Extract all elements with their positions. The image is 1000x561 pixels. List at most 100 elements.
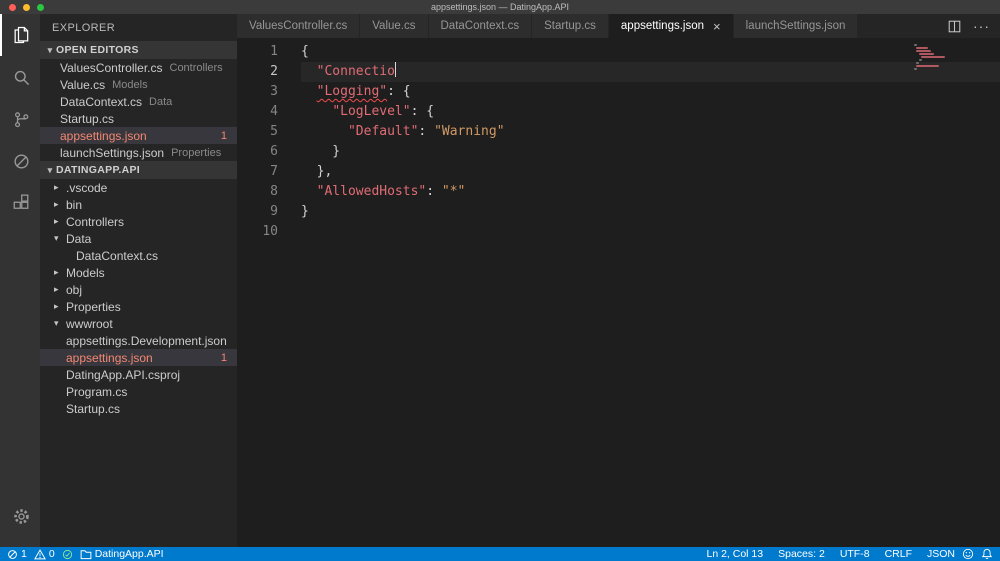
tree-file[interactable]: appsettings.Development.json xyxy=(40,332,237,349)
debug-icon[interactable] xyxy=(0,140,40,182)
file-name: DatingApp.API.csproj xyxy=(66,367,181,382)
json-punctuation: : xyxy=(426,184,442,199)
json-value: "*" xyxy=(441,184,466,199)
status-item[interactable]: Ln 2, Col 13 xyxy=(706,548,763,560)
project-header[interactable]: ▾ DATINGAPP.API xyxy=(40,161,237,179)
project-indicator[interactable]: DatingApp.API xyxy=(80,548,164,560)
window-title: appsettings.json — DatingApp.API xyxy=(430,2,570,12)
problems-indicator[interactable]: 1 0 xyxy=(7,548,55,560)
open-editor-item[interactable]: DataContext.cs Data xyxy=(40,93,237,110)
open-editor-item[interactable]: Value.cs Models xyxy=(40,76,237,93)
code-line[interactable] xyxy=(301,222,1000,242)
code-line[interactable]: } xyxy=(301,142,1000,162)
code-line[interactable]: "LogLevel": { xyxy=(301,102,1000,122)
check-status[interactable] xyxy=(62,549,73,560)
code-line[interactable]: "AllowedHosts": "*" xyxy=(301,182,1000,202)
tree-file[interactable]: appsettings.json 1 xyxy=(40,349,237,366)
code-editor[interactable]: 1 2 3 4 5 6 7 8 9 10 { "Connectio "Logging": { "L… xyxy=(237,38,1000,547)
code-line[interactable]: "Connectio xyxy=(301,62,1000,82)
chevron-down-icon: ▾ xyxy=(47,164,53,175)
tab-label: DataContext.cs xyxy=(440,20,520,32)
tree-folder[interactable]: ▸ obj xyxy=(40,281,237,298)
json-key: "AllowedHosts" xyxy=(316,184,427,199)
settings-gear-icon[interactable] xyxy=(0,495,40,537)
tab-label: Value.cs xyxy=(372,20,416,32)
close-window-button[interactable] xyxy=(9,4,16,11)
file-name: appsettings.Development.json xyxy=(66,333,227,348)
tree-folder[interactable]: ▾ wwwroot xyxy=(40,315,237,332)
folder-icon xyxy=(80,549,92,559)
tree-folder[interactable]: ▸ Controllers xyxy=(40,213,237,230)
tab-bar: ValuesController.cs Value.cs DataContext.c… xyxy=(237,14,1000,38)
open-editors-list: ValuesController.cs Controllers Value.cs Mo… xyxy=(40,59,237,161)
status-item[interactable]: UTF-8 xyxy=(840,548,870,560)
window-controls xyxy=(9,4,44,11)
tab-Value.cs[interactable]: Value.cs xyxy=(360,14,429,38)
split-editor-icon[interactable] xyxy=(948,20,961,33)
tab-ValuesController.cs[interactable]: ValuesController.cs xyxy=(237,14,361,38)
notifications-bell[interactable] xyxy=(981,548,993,560)
tab-label: launchSettings.json xyxy=(745,20,846,32)
tree-folder[interactable]: ▸ bin xyxy=(40,196,237,213)
zoom-window-button[interactable] xyxy=(37,4,44,11)
file-name: appsettings.json xyxy=(66,350,153,365)
errors-icon xyxy=(8,549,17,559)
tree-file[interactable]: DataContext.cs xyxy=(40,247,237,264)
code-line[interactable]: "Logging": { xyxy=(301,82,1000,102)
chevron-right-icon: ▸ xyxy=(54,199,59,209)
status-right: Ln 2, Col 13 Spaces: 2 UTF-8 CRLF JSON xyxy=(706,548,955,560)
close-tab-icon[interactable]: × xyxy=(713,20,721,33)
code-line[interactable]: } xyxy=(301,202,1000,222)
json-key: "Default" xyxy=(347,124,419,139)
code-line[interactable]: "Default": "Warning" xyxy=(301,122,1000,142)
status-item[interactable]: JSON xyxy=(927,548,955,560)
tree-folder[interactable]: ▸ Models xyxy=(40,264,237,281)
search-icon[interactable] xyxy=(0,56,40,98)
chevron-down-icon: ▾ xyxy=(47,44,53,55)
tree-folder[interactable]: ▾ Data xyxy=(40,230,237,247)
tree-file[interactable]: Program.cs xyxy=(40,383,237,400)
tree-folder[interactable]: ▸ Properties xyxy=(40,298,237,315)
open-editor-item[interactable]: ValuesController.cs Controllers xyxy=(40,59,237,76)
tree-folder[interactable]: ▸ .vscode xyxy=(40,179,237,196)
json-key: "LogLevel" xyxy=(332,104,411,119)
warning-count: 0 xyxy=(48,548,55,560)
tab-DataContext.cs[interactable]: DataContext.cs xyxy=(428,14,533,38)
code-line[interactable]: { xyxy=(301,42,1000,62)
source-control-icon[interactable] xyxy=(0,98,40,140)
tab-appsettings.json[interactable]: appsettings.json × xyxy=(608,14,734,38)
explorer-icon[interactable] xyxy=(0,14,40,56)
open-editor-item[interactable]: launchSettings.json Properties xyxy=(40,144,237,161)
tab-Startup.cs[interactable]: Startup.cs xyxy=(532,14,609,38)
chevron-right-icon: ▸ xyxy=(54,284,59,294)
status-bar: 1 0 DatingApp.API Ln 2, Col 13 Spaces: 2 U… xyxy=(0,547,1000,561)
code-content[interactable]: { "Connectio "Logging": { "LogLevel": { … xyxy=(295,38,1000,547)
editor-group: ValuesController.cs Value.cs DataContext.c… xyxy=(237,14,1000,547)
file-name: obj xyxy=(66,282,83,297)
json-punctuation xyxy=(301,104,332,119)
tree-file[interactable]: DatingApp.API.csproj xyxy=(40,366,237,383)
status-item[interactable]: CRLF xyxy=(885,548,912,560)
feedback-smiley[interactable] xyxy=(962,548,974,560)
code-line[interactable]: }, xyxy=(301,162,1000,182)
explorer-sidebar: EXPLORER ▾ OPEN EDITORS ValuesController… xyxy=(40,14,237,547)
file-name: Properties xyxy=(66,299,121,314)
sidebar-title: EXPLORER xyxy=(52,22,116,34)
status-item[interactable]: Spaces: 2 xyxy=(778,548,825,560)
json-punctuation xyxy=(301,64,317,79)
file-name: Program.cs xyxy=(66,384,128,399)
json-punctuation: } xyxy=(301,204,309,219)
tab-launchSettings.json[interactable]: launchSettings.json xyxy=(733,14,859,38)
minimap[interactable] xyxy=(914,44,984,74)
open-editor-item[interactable]: Startup.cs xyxy=(40,110,237,127)
extensions-icon[interactable] xyxy=(0,182,40,224)
open-editor-item[interactable]: appsettings.json 1 xyxy=(40,127,237,144)
open-editors-header[interactable]: ▾ OPEN EDITORS xyxy=(40,41,237,59)
file-name: Controllers xyxy=(66,214,125,229)
json-punctuation: } xyxy=(301,144,341,159)
tab-label: appsettings.json xyxy=(620,20,705,32)
tree-file[interactable]: Startup.cs xyxy=(40,400,237,417)
minimize-window-button[interactable] xyxy=(23,4,30,11)
file-name: DataContext.cs xyxy=(76,248,159,263)
more-actions-icon[interactable]: ··· xyxy=(973,18,990,34)
